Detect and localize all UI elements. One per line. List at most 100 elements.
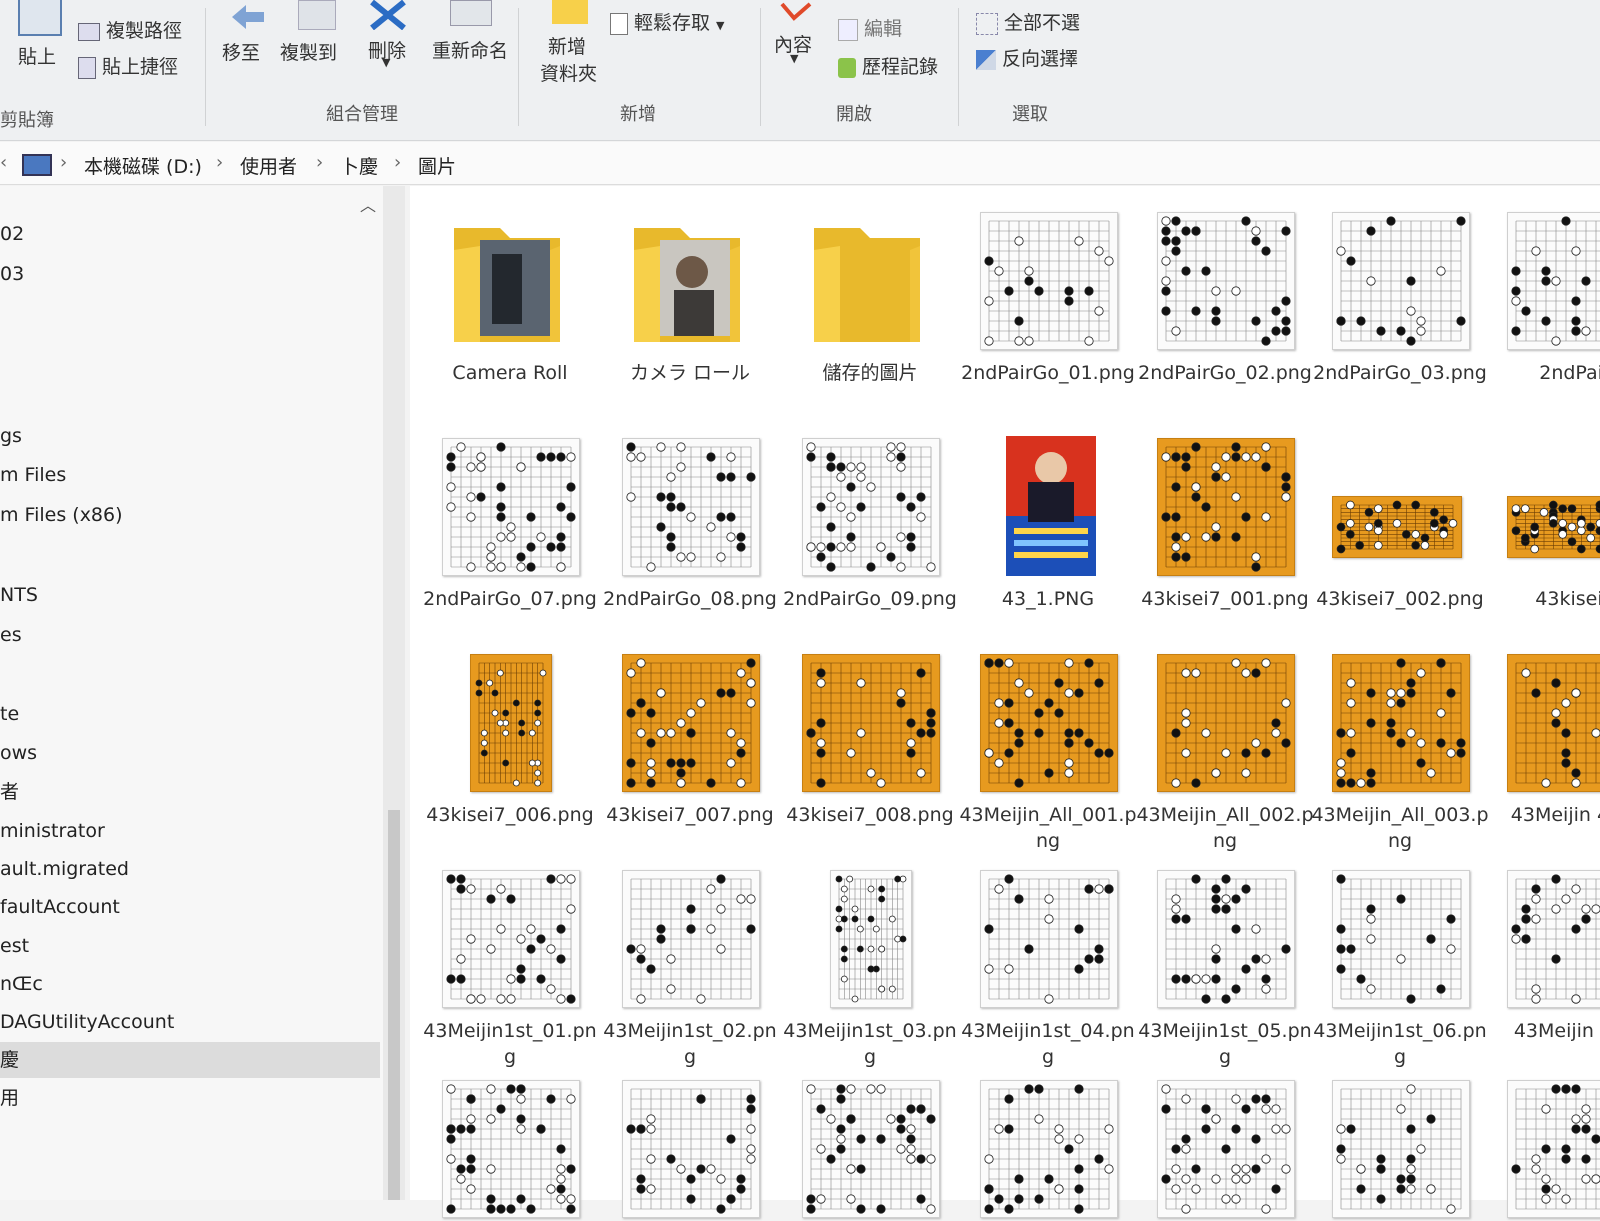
- group-new: 新增: [620, 104, 656, 125]
- nav-item[interactable]: est: [0, 928, 380, 964]
- invert-selection-icon: [976, 49, 996, 70]
- folder-icon: [800, 210, 940, 350]
- file-name: カメラ ロール: [629, 362, 751, 384]
- delete-dropdown-icon[interactable]: ▼: [382, 56, 390, 69]
- file-name: 2ndPairGo_07.png: [423, 588, 597, 610]
- nav-item[interactable]: ault.migrated: [0, 851, 380, 887]
- drive-icon: [22, 154, 52, 176]
- go-board-icon: [1332, 496, 1462, 558]
- image-thumbnail: [1330, 1078, 1470, 1218]
- go-board-icon: [622, 438, 760, 576]
- history-icon: [838, 57, 856, 78]
- scroll-up-icon[interactable]: ︿: [360, 192, 376, 216]
- file-name: 43kisei7: [1535, 588, 1600, 610]
- file-name: 2ndPairGo_03.png: [1313, 362, 1487, 384]
- nav-item[interactable]: gs: [0, 418, 380, 454]
- delete-x-icon: [368, 0, 408, 34]
- nav-item[interactable]: nŒc: [0, 966, 380, 1002]
- go-board-icon: [1507, 496, 1600, 558]
- go-board-icon: [442, 438, 580, 576]
- edit-button[interactable]: 編輯: [838, 14, 902, 41]
- nav-item[interactable]: 03: [0, 256, 380, 292]
- nav-item[interactable]: NTS: [0, 577, 380, 613]
- image-thumbnail: [620, 652, 760, 792]
- move-to-button[interactable]: 移至: [222, 38, 260, 65]
- nav-item[interactable]: te: [0, 696, 380, 732]
- group-clipboard: 剪貼簿: [0, 110, 54, 131]
- go-board-icon: [1157, 654, 1295, 792]
- go-board-icon: [442, 870, 580, 1008]
- go-board-icon: [1332, 212, 1470, 350]
- image-thumbnail: [800, 436, 940, 576]
- image-thumbnail: [1330, 210, 1470, 350]
- nav-item[interactable]: es: [0, 617, 380, 653]
- paste-shortcut-icon: [78, 56, 96, 79]
- file-name: Camera Roll: [452, 362, 568, 384]
- edit-icon: [838, 18, 858, 41]
- file-name: 43Meijin_All_002.png: [1136, 804, 1314, 852]
- invert-selection-button[interactable]: 反向選擇: [976, 44, 1078, 71]
- up-chevron-icon[interactable]: ‹: [0, 152, 7, 173]
- easy-access-button[interactable]: 輕鬆存取 ▼: [610, 8, 724, 35]
- breadcrumb-item[interactable]: 本機磁碟 (D:): [84, 152, 202, 179]
- paste-shortcut-button[interactable]: 貼上捷徑: [78, 52, 178, 79]
- nav-item[interactable]: m Files (x86): [0, 497, 380, 533]
- go-board-icon: [980, 654, 1118, 792]
- history-button[interactable]: 歷程記錄: [838, 52, 938, 79]
- image-thumbnail: [978, 436, 1118, 576]
- paste-icon[interactable]: [18, 0, 62, 36]
- nav-item[interactable]: DAGUtilityAccount: [0, 1004, 380, 1040]
- image-thumbnail: [978, 868, 1118, 1008]
- file-name: 儲存的圖片: [822, 362, 918, 384]
- nav-item[interactable]: m Files: [0, 457, 380, 493]
- go-board-icon: [470, 654, 552, 792]
- ribbon: 貼上 複製路徑 貼上捷徑 剪貼簿 移至 複製到 刪除 ▼ 重新命名 組合管理 新…: [0, 0, 1600, 141]
- nav-item[interactable]: faultAccount: [0, 889, 380, 925]
- navigation-pane: 02 03 gs m Files m Files (x86) NTS es te ows 者 min…: [0, 186, 385, 1200]
- go-board-icon: [802, 438, 940, 576]
- file-name: 2ndPairGo_02.png: [1138, 362, 1312, 384]
- easy-access-icon: [610, 12, 628, 35]
- nav-item[interactable]: 用: [0, 1080, 380, 1116]
- paste-button[interactable]: 貼上: [18, 42, 56, 69]
- breadcrumb-separator-icon: ›: [394, 152, 402, 173]
- new-folder-button[interactable]: 新增 資料夾: [540, 32, 597, 86]
- group-open: 開啟: [836, 104, 872, 125]
- nav-item[interactable]: 者: [0, 774, 380, 810]
- go-board-icon: [622, 1080, 760, 1218]
- image-thumbnail: [800, 868, 940, 1008]
- nav-item[interactable]: ministrator: [0, 813, 380, 849]
- file-name: 2ndPairGo_08.png: [603, 588, 777, 610]
- ribbon-divider: [205, 8, 206, 126]
- image-thumbnail: [1155, 1078, 1295, 1218]
- copy-path-button[interactable]: 複製路徑: [78, 16, 182, 43]
- go-board-icon: [1507, 1080, 1600, 1218]
- address-bar[interactable]: ‹ › 本機磁碟 (D:) › 使用者 › 卜慶 › 圖片: [0, 142, 1600, 185]
- image-thumbnail: [1330, 436, 1470, 576]
- copy-to-button[interactable]: 複製到: [280, 38, 337, 65]
- file-name: 43Meijin png: [1513, 1020, 1600, 1042]
- nav-item[interactable]: ows: [0, 735, 380, 771]
- rename-button[interactable]: 重新命名: [432, 36, 508, 63]
- file-name: 43Meijin 4.pn: [1510, 804, 1600, 826]
- properties-dropdown-icon[interactable]: ▼: [790, 52, 798, 65]
- breadcrumb-item[interactable]: 使用者: [240, 152, 297, 179]
- ribbon-divider: [958, 8, 959, 126]
- image-thumbnail: [978, 210, 1118, 350]
- file-name: 43Meijin1st_02.png: [603, 1020, 777, 1068]
- go-board-icon: [1507, 654, 1600, 792]
- image-thumbnail: [1155, 210, 1295, 350]
- image-thumbnail: [1505, 210, 1600, 350]
- image-thumbnail: [620, 868, 760, 1008]
- image-thumbnail: [800, 652, 940, 792]
- breadcrumb-separator-icon: ›: [60, 152, 68, 173]
- nav-scrollbar-thumb[interactable]: [388, 810, 400, 1200]
- select-none-button[interactable]: 全部不選: [976, 8, 1080, 35]
- nav-item[interactable]: 慶: [0, 1042, 380, 1078]
- image-thumbnail: [1505, 436, 1600, 576]
- go-board-icon: [1507, 212, 1600, 350]
- file-name: 43_1.PNG: [1001, 588, 1095, 610]
- nav-item[interactable]: 02: [0, 216, 380, 252]
- breadcrumb-item[interactable]: 卜慶: [340, 152, 378, 179]
- breadcrumb-item[interactable]: 圖片: [418, 152, 456, 179]
